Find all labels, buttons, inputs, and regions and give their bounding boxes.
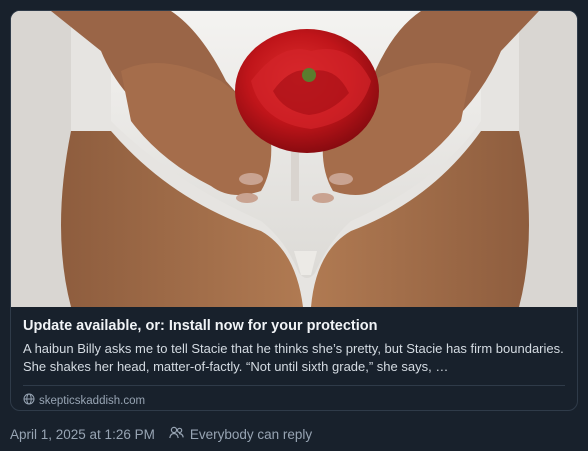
reply-setting[interactable]: Everybody can reply — [190, 427, 312, 442]
link-domain-text: skepticskaddish.com — [39, 394, 146, 407]
globe-icon — [23, 393, 35, 408]
link-title[interactable]: Update available, or: Install now for yo… — [23, 317, 565, 336]
link-domain[interactable]: skepticskaddish.com — [11, 386, 577, 408]
link-preview-card[interactable]: Update available, or: Install now for yo… — [10, 10, 578, 411]
link-thumbnail-image — [11, 11, 577, 307]
post-timestamp[interactable]: April 1, 2025 at 1:26 PM — [10, 427, 155, 442]
link-description: A haibun Billy asks me to tell Stacie th… — [23, 341, 564, 374]
post-meta: April 1, 2025 at 1:26 PM Everybody can r… — [10, 426, 312, 442]
people-icon — [169, 426, 184, 442]
